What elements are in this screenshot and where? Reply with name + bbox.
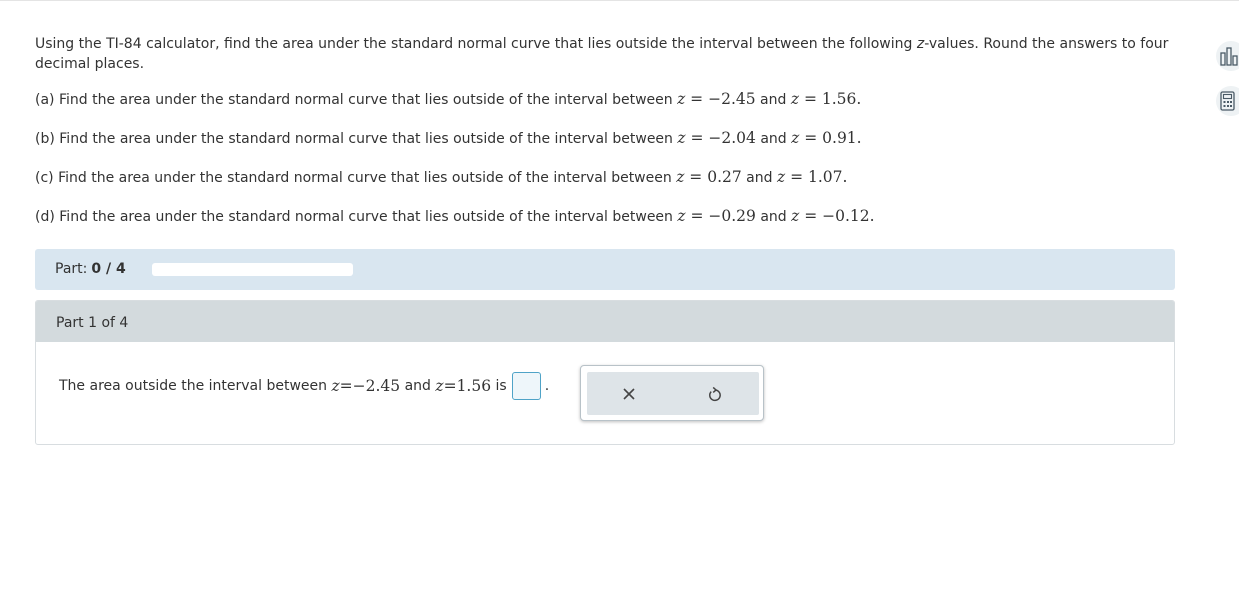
z-var: z [677, 129, 686, 147]
problem-intro: Using the TI-84 calculator, find the are… [35, 34, 1175, 74]
and-text: and [760, 209, 787, 225]
question-d-label: (d) [35, 209, 55, 225]
equals-sign: = [339, 377, 353, 395]
equals-sign: = [685, 207, 709, 225]
equals-sign: = [685, 90, 709, 108]
question-d: (d) Find the area under the standard nor… [35, 206, 1175, 227]
period: . [842, 168, 848, 186]
calculator-button[interactable] [1216, 86, 1239, 116]
z-var: z [790, 90, 800, 108]
period: . [856, 129, 862, 147]
equals-sign: = [443, 377, 457, 395]
answer-z1: −2.45 [352, 377, 401, 395]
part-progress: Part: 0 / 4 [35, 249, 1175, 290]
question-c-text: Find the area under the standard normal … [58, 170, 672, 186]
bar-chart-icon [1220, 47, 1238, 66]
reset-button[interactable] [695, 380, 735, 408]
z-var: z [677, 207, 686, 225]
equals-sign: = [799, 207, 823, 225]
question-b-z1: −2.04 [708, 129, 756, 147]
question-c-z1: 0.27 [707, 168, 742, 186]
question-b: (b) Find the area under the standard nor… [35, 128, 1175, 149]
question-c-label: (c) [35, 170, 54, 186]
and-text: and [760, 131, 787, 147]
question-a-z1: −2.45 [708, 90, 756, 108]
answer-period: . [544, 378, 550, 394]
and-text: and [760, 92, 787, 108]
equals-sign: = [799, 129, 823, 147]
question-c-z2: 1.07 [807, 168, 843, 186]
question-a-label: (a) [35, 92, 55, 108]
question-d-z1: −0.29 [708, 207, 756, 225]
intro-text-start: Using the TI-84 calculator, find the are… [35, 36, 917, 52]
and-text: and [746, 170, 773, 186]
problem-statement: Using the TI-84 calculator, find the are… [35, 34, 1175, 227]
question-b-label: (b) [35, 131, 55, 147]
calculator-icon [1220, 91, 1235, 111]
answer-line: The area outside the interval between z … [59, 372, 549, 400]
close-icon [623, 388, 635, 400]
z-var: z [331, 377, 340, 395]
undo-icon [709, 386, 721, 402]
answer-tools [580, 365, 764, 421]
question-b-text: Find the area under the standard normal … [59, 131, 673, 147]
period: . [869, 207, 875, 225]
answer-prefix: The area outside the interval between [59, 378, 328, 394]
progress-label-text: Part: [55, 261, 88, 277]
answer-input[interactable] [511, 372, 541, 400]
question-a-z2: 1.56 [821, 90, 857, 108]
clear-button[interactable] [609, 380, 649, 408]
question-b-z2: 0.91 [822, 129, 857, 147]
question-d-text: Find the area under the standard normal … [59, 209, 673, 225]
progress-label: Part: 0 / 4 [55, 261, 126, 277]
progress-value: 0 / 4 [91, 261, 126, 277]
z-var: z [435, 377, 444, 395]
question-c: (c) Find the area under the standard nor… [35, 167, 1175, 188]
question-a-text: Find the area under the standard normal … [58, 92, 673, 108]
equals-sign: = [685, 129, 709, 147]
answer-z2: 1.56 [456, 377, 492, 395]
period: . [856, 90, 862, 108]
equals-sign: = [799, 90, 822, 108]
top-divider [0, 0, 1239, 1]
part-header: Part 1 of 4 [36, 301, 1174, 342]
progress-track [152, 263, 353, 276]
and-text: and [404, 378, 431, 394]
is-text: is [495, 378, 507, 394]
equals-sign: = [684, 168, 708, 186]
question-d-z2: −0.12 [822, 207, 870, 225]
equals-sign: = [785, 168, 808, 186]
question-a: (a) Find the area under the standard nor… [35, 89, 1175, 110]
data-tool-button[interactable] [1216, 41, 1239, 71]
answer-tools-inner [587, 372, 759, 415]
z-var: z [776, 168, 786, 186]
